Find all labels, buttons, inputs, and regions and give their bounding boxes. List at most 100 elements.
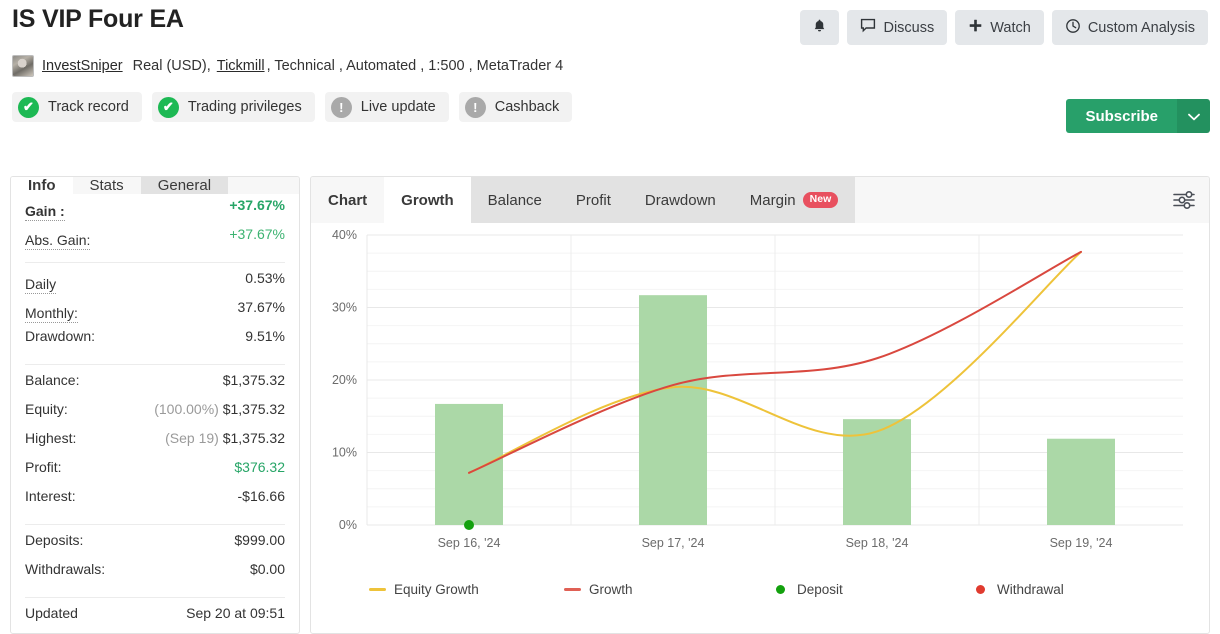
- stat-row-updated: Updated Sep 20 at 09:51: [25, 605, 285, 633]
- stat-row-interest: Interest: -$16.66: [25, 488, 285, 517]
- svg-text:Sep 19, '24: Sep 19, '24: [1050, 536, 1113, 550]
- notification-button[interactable]: [800, 10, 840, 45]
- stat-value: 37.67%: [237, 299, 285, 315]
- stat-label: Balance:: [25, 372, 80, 388]
- subscribe-dropdown-button[interactable]: [1177, 99, 1210, 133]
- account-type-text: Real (USD),: [132, 58, 211, 74]
- badge-cashback[interactable]: ! Cashback: [458, 92, 573, 122]
- chart-svg: 0%10%20%30%40% Sep 16, '24 Sep 17, '24 Sep…: [332, 228, 1183, 550]
- tab-margin[interactable]: Margin New: [732, 177, 856, 223]
- tab-drawdown[interactable]: Drawdown: [627, 177, 733, 223]
- badge-trading-privileges[interactable]: ✔ Trading privileges: [151, 92, 315, 122]
- sliders-icon[interactable]: [1171, 188, 1197, 212]
- stat-label: Daily: [25, 275, 57, 294]
- stats-panel: Info Stats General Gain : +37.67% Abs. G…: [10, 176, 300, 634]
- svg-text:10%: 10%: [332, 446, 357, 460]
- badge-live-update[interactable]: ! Live update: [324, 92, 449, 122]
- check-circle-icon: ✔: [157, 96, 179, 118]
- stat-row-profit: Profit: $376.32: [25, 459, 285, 488]
- badge-row: ✔ Track record ✔ Trading privileges ! Li…: [10, 92, 1210, 122]
- discuss-label: Discuss: [883, 19, 935, 36]
- stat-value: Sep 20 at 09:51: [186, 605, 285, 621]
- legend-label: Withdrawal: [997, 582, 1064, 597]
- chart-panel-tabs: Chart Growth Balance Profit Drawdown Mar…: [311, 177, 1209, 223]
- broker-link[interactable]: Tickmill: [217, 58, 265, 74]
- divider: [25, 597, 285, 598]
- stat-label: Withdrawals:: [25, 561, 106, 577]
- stat-row-gain: Gain : +37.67%: [25, 197, 285, 226]
- stat-value: +37.67%: [229, 197, 285, 213]
- stat-value-prefix: (100.00%): [154, 401, 219, 417]
- chart-y-axis-labels: 0% 10% 20% 30% 40%: [332, 228, 357, 532]
- avatar: [12, 55, 34, 77]
- stat-label: Gain :: [25, 202, 65, 221]
- stats-list: Gain : +37.67% Abs. Gain: +37.67% Daily …: [11, 194, 299, 633]
- header-actions: Discuss Watch Custom Analysis: [800, 4, 1210, 45]
- chevron-down-icon: [1187, 109, 1200, 124]
- clock-icon: [1065, 18, 1081, 38]
- svg-text:30%: 30%: [332, 301, 357, 315]
- chart-legend: Equity Growth Growth Deposit Withdrawal: [311, 582, 1209, 597]
- chart-markers: [464, 520, 474, 530]
- account-details-text: , Technical , Automated , 1:500 , MetaTr…: [266, 58, 564, 74]
- divider: [25, 262, 285, 263]
- stat-value: $1,375.32: [222, 430, 285, 446]
- stat-label: Updated: [25, 605, 78, 621]
- chart-bar: [1047, 438, 1115, 525]
- legend-item-deposit[interactable]: Deposit: [772, 582, 972, 597]
- badge-track-record[interactable]: ✔ Track record: [12, 92, 142, 122]
- stat-row-highest: Highest: (Sep 19) $1,375.32: [25, 430, 285, 459]
- stat-label: Monthly:: [25, 304, 78, 323]
- stat-value-prefix: (Sep 19): [165, 430, 219, 446]
- tab-growth[interactable]: Growth: [384, 177, 471, 223]
- svg-text:0%: 0%: [339, 518, 357, 532]
- tab-info[interactable]: Info: [11, 177, 73, 194]
- svg-text:Sep 18, '24: Sep 18, '24: [846, 536, 909, 550]
- tab-stats[interactable]: Stats: [73, 177, 141, 194]
- stat-value: 0.53%: [245, 270, 285, 286]
- stat-label: Highest:: [25, 430, 77, 446]
- title-row: IS VIP Four EA Discuss Watch Custom Anal…: [10, 0, 1210, 45]
- growth-chart: 0% 10% 20% 30% 40% Sep 16, '24 Sep 17, '24 Sep…: [311, 223, 1209, 633]
- stat-label: Deposits:: [25, 532, 84, 548]
- legend-line-swatch: [369, 588, 386, 591]
- legend-item-equity-growth[interactable]: Equity Growth: [369, 582, 564, 597]
- stat-label: Abs. Gain:: [25, 231, 91, 250]
- stat-value: $0.00: [249, 561, 285, 577]
- chart-panel: Chart Growth Balance Profit Drawdown Mar…: [310, 176, 1210, 634]
- watch-button[interactable]: Watch: [955, 10, 1044, 45]
- exclamation-circle-icon: !: [464, 96, 486, 118]
- stat-value: $1,375.32: [222, 401, 285, 417]
- legend-label: Deposit: [797, 582, 843, 597]
- legend-dot-swatch: [976, 585, 985, 594]
- tab-general[interactable]: General: [140, 177, 229, 194]
- tab-profit[interactable]: Profit: [558, 177, 628, 223]
- chart-x-axis-labels: Sep 16, '24 Sep 17, '24 Sep 18, '24 Sep 19,…: [438, 536, 1113, 550]
- custom-analysis-button[interactable]: Custom Analysis: [1051, 10, 1208, 45]
- chart-marker-deposit: [464, 520, 474, 530]
- svg-text:Sep 17, '24: Sep 17, '24: [642, 536, 705, 550]
- legend-item-withdrawal[interactable]: Withdrawal: [972, 582, 1064, 597]
- stat-row-drawdown: Drawdown: 9.51%: [25, 328, 285, 357]
- author-link[interactable]: InvestSniper: [42, 58, 123, 74]
- stats-panel-tabs: Info Stats General: [11, 177, 299, 194]
- tab-balance[interactable]: Balance: [470, 177, 559, 223]
- chart-bar: [639, 295, 707, 525]
- subscribe-button[interactable]: Subscribe: [1066, 99, 1177, 133]
- page-title: IS VIP Four EA: [12, 5, 184, 33]
- stat-row-withdrawals: Withdrawals: $0.00: [25, 561, 285, 590]
- stat-value-group: (Sep 19) $1,375.32: [165, 430, 285, 446]
- stat-value: -$16.66: [237, 488, 285, 504]
- subscribe-group: Subscribe: [1066, 99, 1210, 133]
- legend-item-growth[interactable]: Growth: [564, 582, 772, 597]
- page-header: IS VIP Four EA Discuss Watch Custom Anal…: [0, 0, 1220, 133]
- check-circle-icon: ✔: [18, 96, 39, 118]
- legend-label: Growth: [589, 582, 633, 597]
- stat-value: 9.51%: [245, 328, 285, 344]
- tab-chart[interactable]: Chart: [311, 177, 384, 223]
- discuss-button[interactable]: Discuss: [847, 10, 948, 45]
- divider: [25, 364, 285, 365]
- svg-text:Sep 16, '24: Sep 16, '24: [438, 536, 501, 550]
- chart-bar: [435, 403, 503, 525]
- content-panels: Info Stats General Gain : +37.67% Abs. G…: [10, 176, 1210, 634]
